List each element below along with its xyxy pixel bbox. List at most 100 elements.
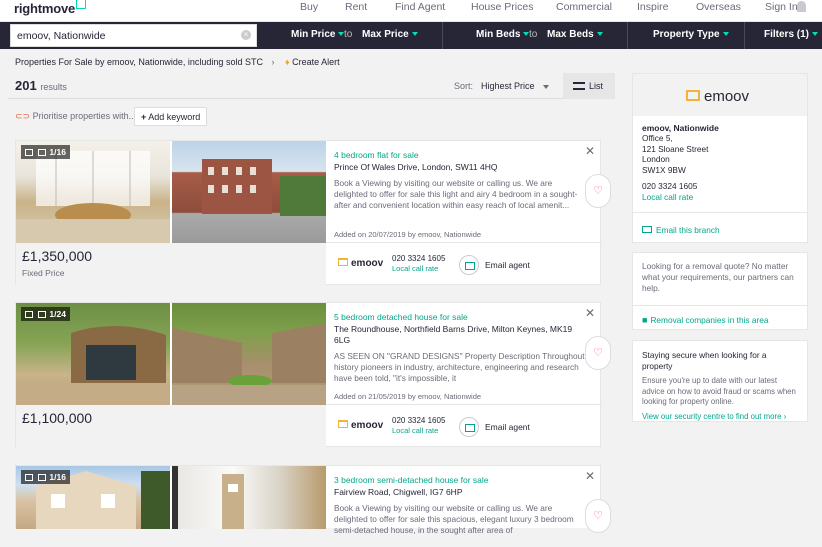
nav-commercial[interactable]: Commercial [556,1,612,13]
property-title[interactable]: 3 bedroom semi-detached house for sale [334,475,586,485]
list-view-button[interactable]: List [563,73,615,99]
email-agent-link[interactable]: Email agent [485,260,530,270]
min-beds-select[interactable]: Min Beds [476,29,530,40]
property-photo[interactable] [172,303,326,405]
max-beds-label: Max Beds [547,29,594,40]
property-photo[interactable] [172,141,326,243]
removals-text: Looking for a removal quote? No matter w… [642,261,794,293]
property-address[interactable]: Prince Of Wales Drive, London, SW11 4HQ [334,162,586,173]
property-title[interactable]: 5 bedroom detached house for sale [334,312,586,322]
agent-panel-logo[interactable]: emoov [686,88,749,105]
mail-icon[interactable] [459,255,479,275]
removals-link[interactable]: ■ Removal companies in this area [633,305,807,331]
security-centre-link[interactable]: View our security centre to find out mor… [642,412,799,421]
divider [442,22,443,49]
property-description[interactable]: Book a Viewing by visiting our website o… [334,178,586,222]
agent-address-line: Office 5, [642,133,673,143]
property-address[interactable]: The Roundhouse, Northfield Barns Drive, … [334,324,586,346]
camera-icon [38,149,47,156]
sort-select[interactable]: Sort: Highest Price [454,81,549,91]
property-card[interactable]: 1/16 £1,350,000 Fixed Price 4 bedroom fl… [15,140,611,286]
min-price-label: Min Price [291,29,336,40]
agent-phone[interactable]: 020 3324 1605 Local call rate [392,416,445,436]
chevron-down-icon [596,32,603,37]
nav-rent[interactable]: Rent [345,1,367,13]
mail-icon[interactable] [459,417,479,437]
property-photo[interactable]: 1/16 [16,141,170,243]
bell-icon: ♦ [284,57,290,67]
email-agent-link[interactable]: Email agent [485,422,530,432]
sort-label: Sort: [454,81,474,91]
property-address[interactable]: Fairview Road, Chigwell, IG7 6HP [334,487,586,498]
clear-icon[interactable]: × [241,30,251,40]
agent-phone[interactable]: 020 3324 1605 Local call rate [392,254,445,274]
divider [326,242,602,243]
nav-buy[interactable]: Buy [300,1,318,13]
min-price-select[interactable]: Min Price [291,29,345,40]
property-photo[interactable]: 1/16 [16,466,170,529]
floorplan-icon [25,474,33,481]
property-info[interactable]: 5 bedroom detached house for sale The Ro… [334,312,586,395]
filters-button[interactable]: Filters (1) [764,29,819,40]
close-icon[interactable]: ✕ [585,144,595,158]
agent-name[interactable]: emoov, Nationwide [642,123,799,133]
property-type-select[interactable]: Property Type [653,29,729,40]
add-keyword-label: Add keyword [148,112,201,122]
create-alert-label: Create Alert [292,57,340,67]
email-branch-label: Email this branch [656,225,720,235]
camera-icon [38,311,47,318]
nav-inspire[interactable]: Inspire [637,1,669,13]
phone-number: 020 3324 1605 [392,254,446,263]
email-branch-link[interactable]: Email this branch [633,212,807,244]
property-info[interactable]: 4 bedroom flat for sale Prince Of Wales … [334,150,586,222]
nav-find-agent[interactable]: Find Agent [395,1,445,13]
nav-sign-in[interactable]: Sign In [765,1,798,13]
nav-house-prices[interactable]: House Prices [471,1,533,13]
agent-logo[interactable]: emoov [338,258,383,269]
property-photo[interactable]: 1/24 [16,303,170,405]
agent-call-rate: Local call rate [642,191,694,202]
heart-icon[interactable]: ♡ [585,336,611,370]
prioritise-link[interactable]: ⊂⊃ Prioritise properties with... [15,111,136,122]
max-price-select[interactable]: Max Price [362,29,418,40]
agent-phone-number[interactable]: 020 3324 1605 [642,181,799,192]
search-input[interactable]: emoov, Nationwide × [10,24,257,47]
nav-links: Buy Rent Find Agent House Prices Commerc… [0,1,822,21]
call-rate: Local call rate [392,426,439,435]
sort-value: Highest Price [481,81,535,91]
create-alert-link[interactable]: ♦ Create Alert [285,57,340,67]
property-photo[interactable] [172,466,326,529]
photo-scene [172,323,326,405]
property-card[interactable]: 1/16 3 bedroom semi-detached house for s… [15,465,611,535]
property-title[interactable]: 4 bedroom flat for sale [334,150,586,160]
property-info[interactable]: 3 bedroom semi-detached house for sale F… [334,475,586,547]
max-beds-select[interactable]: Max Beds [547,29,603,40]
agent-logo[interactable]: emoov [338,420,383,431]
property-description[interactable]: AS SEEN ON "GRAND DESIGNS" Property Desc… [334,351,586,395]
property-card[interactable]: 1/24 £1,100,000 5 bedroom detached house… [15,302,611,448]
add-keyword-button[interactable]: + Add keyword [134,107,208,126]
security-text: Ensure you're up to date with our latest… [642,376,796,406]
agent-logo-text: emoov [351,258,384,269]
security-title: Staying secure when looking for a proper… [642,350,767,371]
heart-icon[interactable]: ♡ [585,174,611,208]
close-icon[interactable]: ✕ [585,306,595,320]
property-price: £1,350,000 [22,248,93,264]
divider [627,22,628,49]
close-icon[interactable]: ✕ [585,469,595,483]
agent-logo-text: emoov [351,420,384,431]
filters-label: Filters (1) [764,29,810,40]
emoov-house-icon [338,258,348,266]
added-date: Added on 20/07/2019 by emoov, Nationwide [334,230,482,239]
nav-overseas[interactable]: Overseas [696,1,741,13]
user-icon[interactable] [797,1,806,12]
photo-scene [172,466,244,529]
floorplan-icon [25,311,33,318]
chevron-down-icon [722,32,729,37]
list-icon [573,82,585,90]
agent-panel: emoov emoov, Nationwide Office 5, 121 Sl… [632,73,808,243]
chevron-down-icon [812,32,819,37]
property-description[interactable]: Book a Viewing by visiting our website o… [334,503,586,547]
chevron-down-icon [542,84,549,89]
list-view-label: List [589,81,604,91]
